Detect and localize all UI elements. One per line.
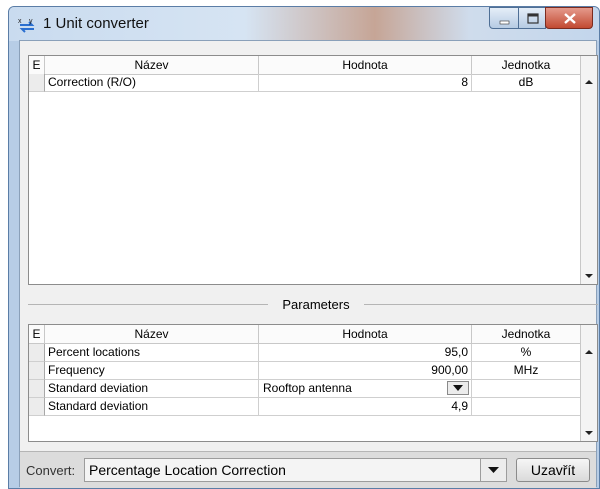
column-header-value[interactable]: Hodnota — [259, 325, 472, 343]
column-header-value[interactable]: Hodnota — [259, 56, 472, 74]
convert-select[interactable]: Percentage Location Correction — [84, 458, 507, 482]
svg-text:y: y — [29, 18, 33, 25]
row-unit — [472, 380, 581, 398]
row-selector[interactable] — [29, 74, 45, 92]
table-row[interactable]: Correction (R/O) 8 dB — [29, 74, 581, 92]
row-selector[interactable] — [29, 344, 45, 362]
row-value[interactable]: 8 — [259, 74, 472, 92]
scroll-up-icon[interactable] — [581, 74, 597, 90]
antenna-type-value: Rooftop antenna — [263, 381, 352, 395]
row-unit — [472, 398, 581, 416]
column-header-e[interactable]: E — [29, 56, 45, 74]
row-selector[interactable] — [29, 398, 45, 416]
convert-label: Convert: — [26, 463, 76, 478]
title-bar[interactable]: x y 1 Unit converter — [9, 7, 599, 41]
bottom-bar: Convert: Percentage Location Correction … — [20, 451, 596, 488]
client-area: E Název Hodnota Jednotka Correction (R/O… — [19, 40, 598, 488]
antenna-type-dropdown[interactable]: Rooftop antenna — [259, 380, 472, 398]
parameters-title: Parameters — [268, 297, 364, 312]
row-name: Standard deviation — [45, 398, 259, 416]
convert-dropdown-button[interactable] — [480, 458, 507, 482]
window-title: 1 Unit converter — [43, 15, 149, 32]
table-row[interactable]: Percent locations 95,0 % — [29, 344, 581, 362]
vertical-scrollbar[interactable] — [580, 56, 597, 284]
convert-select-value: Percentage Location Correction — [89, 462, 286, 478]
row-selector[interactable] — [29, 362, 45, 380]
chevron-down-icon — [488, 467, 499, 473]
separator-line-right — [364, 304, 598, 305]
table-header: E Název Hodnota Jednotka — [29, 325, 581, 344]
row-name: Frequency — [45, 362, 259, 380]
table-header: E Název Hodnota Jednotka — [29, 56, 581, 75]
column-header-name[interactable]: Název — [45, 325, 259, 343]
unit-converter-icon: x y — [18, 18, 35, 33]
row-value[interactable]: 4,9 — [259, 398, 472, 416]
row-unit: MHz — [472, 362, 581, 380]
maximize-button[interactable] — [518, 7, 546, 29]
column-header-name[interactable]: Název — [45, 56, 259, 74]
maximize-icon — [527, 13, 539, 24]
svg-text:x: x — [18, 18, 22, 25]
result-table: E Název Hodnota Jednotka Correction (R/O… — [28, 55, 598, 285]
row-unit: % — [472, 344, 581, 362]
scroll-down-icon[interactable] — [581, 425, 597, 441]
column-header-unit[interactable]: Jednotka — [472, 325, 581, 343]
row-unit: dB — [472, 74, 581, 92]
row-name: Standard deviation — [45, 380, 259, 398]
row-selector[interactable] — [29, 380, 45, 398]
column-header-e[interactable]: E — [29, 325, 45, 343]
close-window-button[interactable] — [545, 7, 593, 29]
close-icon — [564, 13, 576, 24]
table-row[interactable]: Frequency 900,00 MHz — [29, 362, 581, 380]
vertical-scrollbar[interactable] — [580, 325, 597, 441]
separator-line-left — [28, 304, 268, 305]
row-value[interactable]: 95,0 — [259, 344, 472, 362]
minimize-button[interactable] — [489, 7, 519, 29]
table-row[interactable]: Standard deviation 4,9 — [29, 398, 581, 416]
scroll-down-icon[interactable] — [581, 268, 597, 284]
parameters-table: E Název Hodnota Jednotka Percent locatio… — [28, 324, 598, 442]
row-name: Correction (R/O) — [45, 74, 259, 92]
table-row[interactable]: Standard deviation Rooftop antenna — [29, 380, 581, 398]
row-name: Percent locations — [45, 344, 259, 362]
minimize-icon — [499, 20, 510, 25]
dropdown-button[interactable] — [447, 381, 469, 395]
scroll-up-icon[interactable] — [581, 344, 597, 360]
chevron-down-icon — [453, 385, 463, 391]
parameters-separator: Parameters — [28, 295, 598, 315]
column-header-unit[interactable]: Jednotka — [472, 56, 581, 74]
row-value[interactable]: 900,00 — [259, 362, 472, 380]
unit-converter-window: x y 1 Unit converter E Název Hodnota Jed… — [8, 6, 600, 489]
close-button[interactable]: Uzavřít — [516, 458, 590, 482]
